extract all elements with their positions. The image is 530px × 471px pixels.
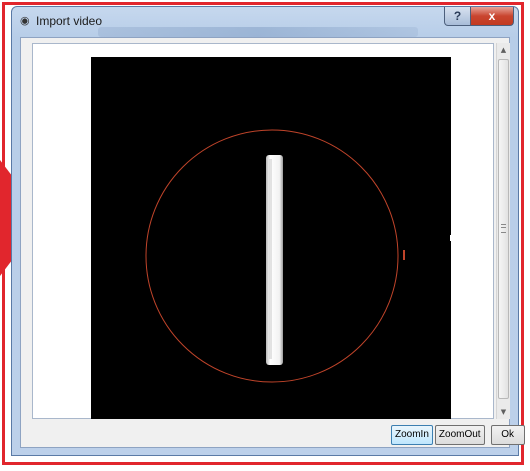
help-button[interactable]: ? xyxy=(444,7,471,26)
scroll-thumb[interactable] xyxy=(498,59,509,399)
video-viewport xyxy=(32,43,494,419)
scroll-up-arrow-icon[interactable]: ▲ xyxy=(497,43,510,57)
vertical-scrollbar[interactable]: ▲ ▼ xyxy=(496,43,510,419)
title-bar[interactable]: ◉ Import video ? x xyxy=(12,7,518,37)
edge-marker xyxy=(403,250,405,260)
dialog-client-area: ▲ ▼ ZoomIn ZoomOut Ok xyxy=(20,37,525,448)
video-image xyxy=(145,129,451,383)
window-title: Import video xyxy=(36,14,103,28)
ok-button[interactable]: Ok xyxy=(490,425,525,445)
close-button[interactable]: x xyxy=(470,7,514,26)
import-video-dialog: ◉ Import video ? x ▲ ▼ ZoomIn ZoomOut Ok xyxy=(11,6,525,456)
grip-icon xyxy=(501,224,506,233)
zoom-in-button[interactable]: ZoomIn xyxy=(391,425,433,445)
video-frame xyxy=(91,57,451,419)
bar-shadow xyxy=(269,159,272,359)
background-toolbar-blur xyxy=(98,27,418,37)
white-bar xyxy=(266,155,283,365)
scroll-down-arrow-icon[interactable]: ▼ xyxy=(497,405,510,419)
button-bar: ZoomIn ZoomOut Ok xyxy=(391,425,525,445)
zoom-out-button[interactable]: ZoomOut xyxy=(434,425,485,445)
edge-speck xyxy=(450,235,451,241)
camera-icon: ◉ xyxy=(20,14,30,27)
